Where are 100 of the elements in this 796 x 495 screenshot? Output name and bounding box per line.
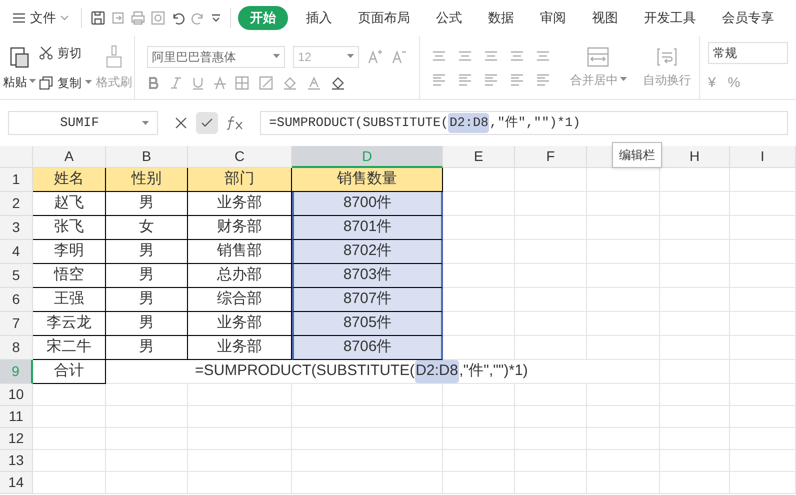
- fill-color-icon[interactable]: [282, 76, 299, 90]
- file-menu[interactable]: 文件: [8, 8, 73, 28]
- borders-icon[interactable]: [234, 76, 251, 90]
- row-header[interactable]: 8: [0, 336, 33, 360]
- ribbon-tab[interactable]: 开发工具: [636, 8, 704, 28]
- table-cell: 李明: [33, 240, 106, 264]
- row-header[interactable]: 4: [0, 240, 33, 264]
- column-header[interactable]: C: [188, 146, 292, 168]
- indent-decrease-icon[interactable]: [510, 50, 524, 62]
- wrap-text-icon[interactable]: [656, 46, 678, 66]
- table-cell: [660, 240, 730, 264]
- ribbon-tab[interactable]: 视图: [584, 8, 626, 28]
- ribbon-tab[interactable]: 数据: [480, 8, 522, 28]
- table-cell: 部门: [188, 168, 292, 192]
- table-cell: [730, 450, 796, 472]
- column-header[interactable]: E: [443, 146, 515, 168]
- row-header[interactable]: 2: [0, 192, 33, 216]
- row-header[interactable]: 11: [0, 406, 33, 428]
- ribbon-tab[interactable]: 公式: [428, 8, 470, 28]
- align-left-icon[interactable]: [432, 74, 446, 86]
- formula-bar[interactable]: =SUMPRODUCT(SUBSTITUTE(D2:D8,"件","")*1): [260, 111, 788, 135]
- table-cell: [443, 384, 515, 406]
- font-color-icon[interactable]: [306, 76, 323, 90]
- table-cell: [730, 192, 796, 216]
- indent-increase-icon[interactable]: [536, 50, 550, 62]
- function-icon[interactable]: [226, 115, 244, 131]
- row-header[interactable]: 5: [0, 264, 33, 288]
- ribbon-tab[interactable]: 插入: [298, 8, 340, 28]
- table-cell: [443, 216, 515, 240]
- table-cell: [660, 406, 730, 428]
- align-right-icon[interactable]: [484, 74, 498, 86]
- cut-button[interactable]: 剪切: [39, 44, 94, 62]
- row-header[interactable]: 1: [0, 168, 33, 192]
- row-header[interactable]: 13: [0, 450, 33, 472]
- align-bottom-icon[interactable]: [484, 50, 498, 62]
- table-cell: [730, 288, 796, 312]
- column-header[interactable]: H: [660, 146, 730, 168]
- table-cell: [515, 312, 587, 336]
- row-header[interactable]: 3: [0, 216, 33, 240]
- eraser-icon[interactable]: [330, 76, 347, 90]
- select-all-corner[interactable]: [0, 146, 33, 168]
- row-header[interactable]: 10: [0, 384, 33, 406]
- table-cell: [730, 360, 796, 384]
- fill-pattern-icon[interactable]: [258, 76, 275, 90]
- cell-formula[interactable]: =SUMPRODUCT(SUBSTITUTE(D2:D8,"件","")*1): [106, 360, 587, 384]
- row-header[interactable]: 6: [0, 288, 33, 312]
- merge-cells-icon[interactable]: [587, 46, 610, 66]
- ribbon-tab[interactable]: 审阅: [532, 8, 574, 28]
- shrink-font-icon[interactable]: [390, 48, 407, 64]
- italic-icon[interactable]: [168, 76, 183, 90]
- dropdown-icon[interactable]: [210, 12, 222, 24]
- distribute-icon[interactable]: [536, 74, 550, 86]
- save-icon[interactable]: [90, 10, 106, 26]
- table-cell: 男: [106, 240, 188, 264]
- table-cell: [443, 450, 515, 472]
- column-header[interactable]: B: [106, 146, 188, 168]
- caret-icon: [60, 15, 69, 21]
- underline-icon[interactable]: [190, 76, 205, 90]
- name-box[interactable]: SUMIF: [8, 111, 158, 135]
- clipboard-icon[interactable]: [8, 44, 31, 68]
- row-header[interactable]: 14: [0, 472, 33, 494]
- table-cell: [515, 240, 587, 264]
- font-name-field[interactable]: 阿里巴巴普惠体: [146, 46, 285, 68]
- copy-button[interactable]: 复制: [39, 74, 94, 92]
- table-cell: [660, 428, 730, 450]
- table-cell: [443, 264, 515, 288]
- column-header[interactable]: I: [730, 146, 796, 168]
- ribbon-tab[interactable]: 页面布局: [350, 8, 418, 28]
- align-top-icon[interactable]: [432, 50, 446, 62]
- justify-icon[interactable]: [510, 74, 524, 86]
- row-header[interactable]: 7: [0, 312, 33, 336]
- table-cell: [515, 336, 587, 360]
- align-middle-icon[interactable]: [458, 50, 472, 62]
- close-icon[interactable]: [174, 116, 188, 130]
- table-cell: [660, 336, 730, 360]
- table-cell: 性别: [106, 168, 188, 192]
- table-cell: 男: [106, 288, 188, 312]
- table-cell: [443, 472, 515, 494]
- paste-button[interactable]: 粘贴: [3, 72, 36, 90]
- table-cell: [660, 288, 730, 312]
- align-center-icon[interactable]: [458, 74, 472, 86]
- table-cell: [730, 406, 796, 428]
- table-cell: 8706件: [292, 336, 443, 360]
- strikethrough-icon[interactable]: [212, 76, 227, 90]
- brush-icon[interactable]: [104, 44, 123, 68]
- table-cell: 男: [106, 336, 188, 360]
- row-header[interactable]: 12: [0, 428, 33, 450]
- table-cell: 女: [106, 216, 188, 240]
- table-cell: 男: [106, 264, 188, 288]
- ribbon-tab[interactable]: 会员专享: [714, 8, 782, 28]
- table-cell: [660, 450, 730, 472]
- column-header[interactable]: A: [33, 146, 106, 168]
- table-cell: [660, 168, 730, 192]
- bold-icon[interactable]: [146, 76, 161, 90]
- grow-font-icon[interactable]: [366, 48, 383, 64]
- number-format-field[interactable]: 常规: [708, 42, 788, 64]
- table-cell: [515, 472, 587, 494]
- print-icon[interactable]: [130, 10, 146, 26]
- column-header[interactable]: F: [515, 146, 587, 168]
- table-cell: 李云龙: [33, 312, 106, 336]
